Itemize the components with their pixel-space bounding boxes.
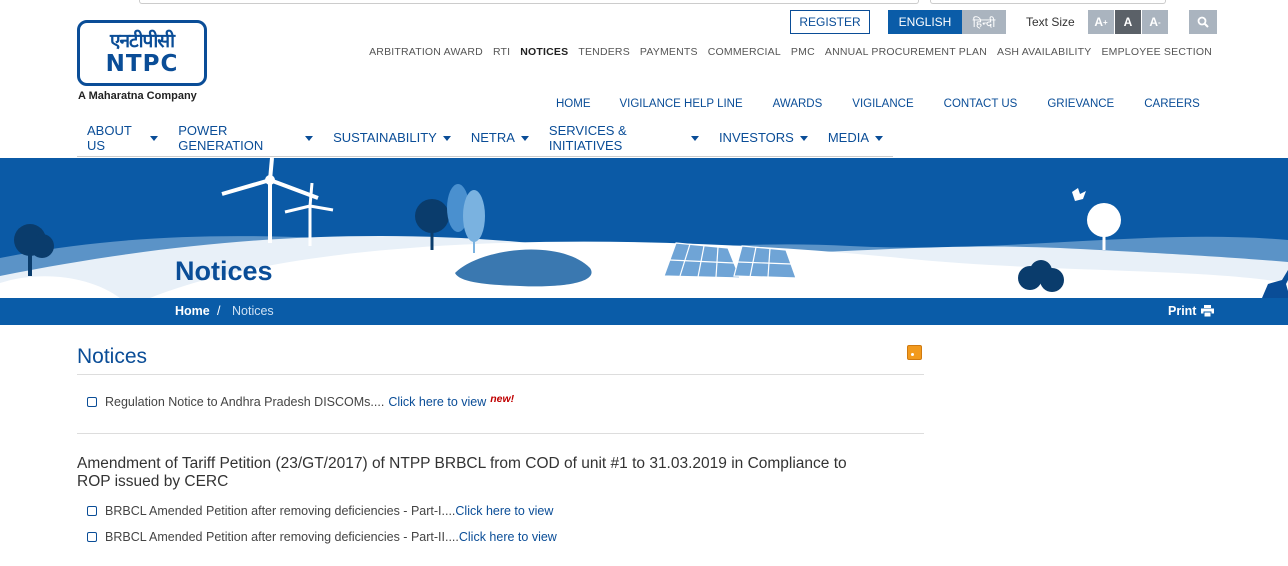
rss-feed-icon[interactable]: [907, 345, 922, 360]
notice-view-link[interactable]: Click here to view: [388, 395, 486, 409]
util-nav-notices[interactable]: NOTICES: [520, 46, 568, 58]
util-nav-annual-procurement-plan[interactable]: ANNUAL PROCUREMENT PLAN: [825, 46, 987, 58]
new-badge: new!: [490, 393, 515, 405]
search-icon: [1197, 16, 1209, 28]
chevron-down-icon: [799, 136, 808, 141]
list-item: Regulation Notice to Andhra Pradesh DISC…: [87, 393, 515, 409]
text-size-label: Text Size: [1026, 15, 1075, 29]
main-nav-media[interactable]: MEDIA: [818, 130, 893, 145]
list-item: BRBCL Amended Petition after removing de…: [87, 530, 557, 544]
chevron-down-icon: [520, 136, 529, 141]
section-heading: Amendment of Tariff Petition (23/GT/2017…: [77, 455, 847, 490]
content-title: Notices: [77, 345, 148, 368]
item-text: BRBCL Amended Petition after removing de…: [105, 504, 456, 518]
chevron-down-icon: [150, 136, 159, 141]
wind-turbine-icon: [221, 158, 334, 246]
item-view-link[interactable]: Click here to view: [455, 504, 553, 518]
text-size-decrease-label: A: [1149, 15, 1158, 29]
sec-nav-contact-us[interactable]: CONTACT US: [944, 98, 1018, 110]
text-size-normal-button[interactable]: A: [1115, 10, 1141, 34]
main-nav-netra-label: NETRA: [470, 130, 515, 145]
util-nav-employee-section[interactable]: EMPLOYEE SECTION: [1101, 46, 1212, 58]
breadcrumb-current: Notices: [232, 304, 274, 318]
main-nav-netra[interactable]: NETRA: [461, 130, 539, 145]
util-nav-rti[interactable]: RTI: [493, 46, 510, 58]
item-view-link[interactable]: Click here to view: [459, 530, 557, 544]
secondary-nav: HOME VIGILANCE HELP LINE AWARDS VIGILANC…: [546, 98, 1210, 110]
main-nav-services-initiatives[interactable]: SERVICES & INITIATIVES: [539, 123, 709, 153]
print-label: Print: [1168, 304, 1197, 318]
chevron-down-icon: [442, 136, 451, 141]
chevron-down-icon: [305, 136, 314, 141]
main-nav-media-label: MEDIA: [827, 130, 869, 145]
main-nav-about-us-label: ABOUT US: [87, 122, 132, 153]
sec-nav-home[interactable]: HOME: [556, 98, 591, 110]
main-nav-sustainability[interactable]: SUSTAINABILITY: [323, 130, 461, 145]
language-english-button[interactable]: ENGLISH: [888, 10, 962, 34]
language-hindi-button[interactable]: हिन्दी: [962, 10, 1006, 34]
logo-hindi: एनटीपीसी: [109, 30, 175, 52]
logo-tagline: A Maharatna Company: [78, 90, 197, 102]
util-nav-ash-availability[interactable]: ASH AVAILABILITY: [997, 46, 1091, 58]
text-size-decrease-sup: -: [1158, 17, 1161, 27]
sec-nav-vigilance-help-line[interactable]: VIGILANCE HELP LINE: [620, 98, 743, 110]
notice-text: Regulation Notice to Andhra Pradesh DISC…: [105, 395, 385, 409]
divider: [77, 374, 924, 375]
sec-nav-grievance[interactable]: GRIEVANCE: [1047, 98, 1114, 110]
logo-english: NTPC: [105, 51, 179, 77]
util-nav-commercial[interactable]: COMMERCIAL: [708, 46, 781, 58]
main-nav-about-us[interactable]: ABOUT US: [77, 123, 168, 153]
ntpc-logo[interactable]: एनटीपीसी NTPC: [77, 20, 207, 86]
text-size-increase-sup: +: [1103, 17, 1108, 27]
browser-search-bar[interactable]: [930, 0, 1166, 4]
util-nav-pmc[interactable]: PMC: [791, 46, 815, 58]
register-button[interactable]: REGISTER: [790, 10, 870, 34]
chevron-down-icon: [875, 136, 883, 141]
utility-nav: ARBITRATION AWARD RTI NOTICES TENDERS PA…: [369, 46, 1212, 58]
text-size-decrease-button[interactable]: A-: [1142, 10, 1168, 34]
sec-nav-vigilance[interactable]: VIGILANCE: [852, 98, 913, 110]
sec-nav-careers[interactable]: CAREERS: [1144, 98, 1200, 110]
item-text: BRBCL Amended Petition after removing de…: [105, 530, 459, 544]
page-title: Notices: [175, 256, 273, 286]
util-nav-payments[interactable]: PAYMENTS: [640, 46, 698, 58]
bullet-box-icon: [87, 506, 97, 516]
main-nav-power-generation[interactable]: POWER GENERATION: [168, 123, 323, 153]
main-nav-investors[interactable]: INVESTORS: [709, 130, 818, 145]
chevron-down-icon: [690, 136, 699, 141]
bullet-box-icon: [87, 532, 97, 542]
util-nav-tenders[interactable]: TENDERS: [578, 46, 630, 58]
breadcrumb: Home / Notices Print: [0, 298, 1288, 325]
divider: [77, 433, 924, 434]
sec-nav-awards[interactable]: AWARDS: [773, 98, 823, 110]
address-bar[interactable]: [139, 0, 919, 4]
search-button[interactable]: [1189, 10, 1217, 34]
main-nav-sustainability-label: SUSTAINABILITY: [333, 130, 437, 145]
util-nav-arbitration-award[interactable]: ARBITRATION AWARD: [369, 46, 483, 58]
main-nav-power-generation-label: POWER GENERATION: [178, 122, 264, 153]
breadcrumb-separator: /: [217, 304, 221, 318]
bird-icon: [1072, 188, 1086, 201]
text-size-increase-label: A: [1094, 15, 1103, 29]
bullet-box-icon: [87, 397, 97, 407]
text-size-increase-button[interactable]: A +: [1088, 10, 1114, 34]
main-nav-investors-label: INVESTORS: [718, 130, 794, 145]
main-nav-services-initiatives-label: SERVICES & INITIATIVES: [548, 122, 627, 153]
browser-chrome: [0, 0, 1288, 6]
breadcrumb-home[interactable]: Home: [175, 304, 210, 318]
main-nav: ABOUT US POWER GENERATION SUSTAINABILITY…: [77, 119, 893, 157]
print-button[interactable]: Print: [1168, 304, 1215, 318]
printer-icon: [1201, 305, 1215, 317]
list-item: BRBCL Amended Petition after removing de…: [87, 504, 553, 518]
